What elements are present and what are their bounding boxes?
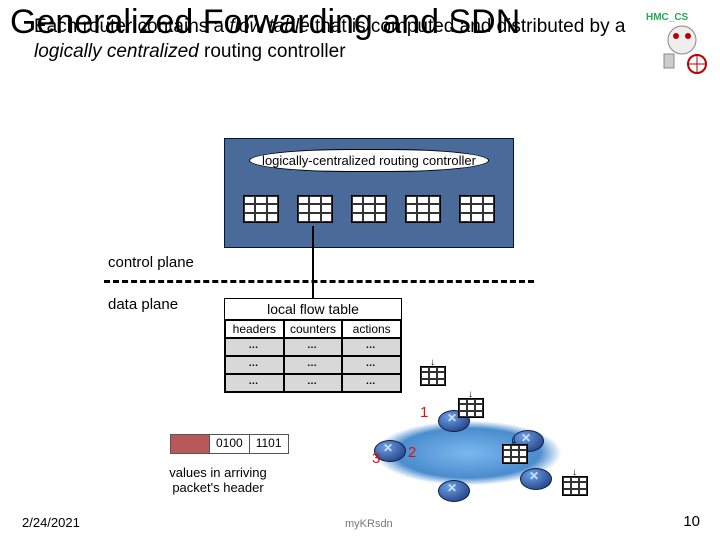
hdr-actions: actions xyxy=(342,320,401,338)
cell: … xyxy=(225,338,284,356)
mini-table-icon xyxy=(243,195,279,223)
controller-to-table-line xyxy=(312,226,314,300)
cell: … xyxy=(342,374,401,392)
cell: … xyxy=(284,338,343,356)
flow-table: local flow table headers counters action… xyxy=(224,298,402,393)
tiny-table-icon: ↓ xyxy=(502,444,528,464)
controller-label: logically-centralized routing controller xyxy=(249,149,489,172)
sub-d: logically centralized xyxy=(34,41,199,62)
arrow-down-icon: ↓ xyxy=(512,435,517,446)
tiny-table-icon: ↓ xyxy=(458,398,484,418)
mini-table-icon xyxy=(459,195,495,223)
router-icon xyxy=(438,480,470,502)
router-num-2: 2 xyxy=(408,444,416,461)
router-icon xyxy=(520,468,552,490)
hmc-cs-logo-icon: HMC_CS xyxy=(642,6,712,76)
flow-table-rows: ……… ……… ……… xyxy=(225,338,401,392)
packet-prefix xyxy=(171,435,209,453)
hdr-counters: counters xyxy=(284,320,343,338)
tiny-table-icon: ↓ xyxy=(420,366,446,386)
flow-table-header: headers counters actions xyxy=(225,320,401,338)
sub-c: that is computed and distributed by a xyxy=(310,16,626,37)
cell: … xyxy=(342,338,401,356)
diagram: logically-centralized routing controller… xyxy=(108,138,616,508)
sub-a: Each router contains a xyxy=(34,16,229,37)
footer-note: myKRsdn xyxy=(345,518,393,530)
hdr-headers: headers xyxy=(225,320,284,338)
footer-date: 2/24/2021 xyxy=(22,515,80,530)
packet-field-2: 1101 xyxy=(249,435,288,453)
footer-page-number: 10 xyxy=(683,513,700,530)
packet-field-1: 0100 xyxy=(209,435,249,453)
controller-tables xyxy=(225,195,513,223)
router-num-3: 3 xyxy=(372,450,380,467)
arrow-down-icon: ↓ xyxy=(430,357,435,368)
sub-e: routing controller xyxy=(199,41,346,62)
mini-table-icon xyxy=(405,195,441,223)
svg-text:HMC_CS: HMC_CS xyxy=(646,12,689,23)
cell: … xyxy=(284,356,343,374)
arrow-down-icon: ↓ xyxy=(468,389,473,400)
cell: … xyxy=(284,374,343,392)
network-cloud: 1 2 3 xyxy=(338,408,598,508)
packet-caption: values in arriving packet's header xyxy=(148,466,288,496)
router-num-1: 1 xyxy=(420,404,428,421)
mini-table-icon xyxy=(297,195,333,223)
sub-b: flow table xyxy=(229,16,309,37)
slide: Generalized Forwarding and SDN Each rout… xyxy=(0,0,720,540)
packet-icon: 0100 1101 xyxy=(170,434,289,454)
mini-table-icon xyxy=(351,195,387,223)
flow-table-title: local flow table xyxy=(225,299,401,320)
control-plane-label: control plane xyxy=(108,254,194,271)
arrow-down-icon: ↓ xyxy=(572,467,577,478)
cell: … xyxy=(342,356,401,374)
data-plane-label: data plane xyxy=(108,296,178,313)
controller-box: logically-centralized routing controller xyxy=(224,138,514,248)
cell: … xyxy=(225,374,284,392)
tiny-table-icon: ↓ xyxy=(562,476,588,496)
plane-divider xyxy=(104,280,534,283)
cell: … xyxy=(225,356,284,374)
